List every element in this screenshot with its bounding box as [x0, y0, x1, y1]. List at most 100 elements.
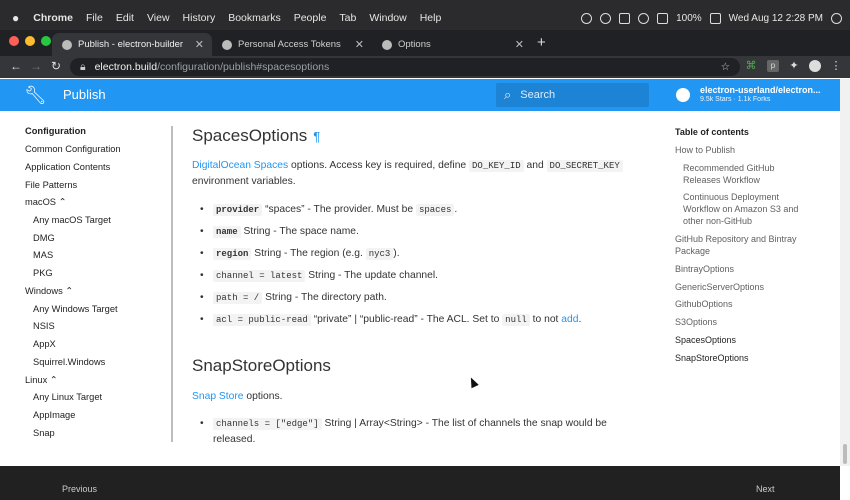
menu-people[interactable]: People: [294, 12, 327, 24]
tab-title: Personal Access Tokens: [238, 39, 341, 50]
battery-percent[interactable]: 100%: [676, 13, 702, 24]
search-input[interactable]: ⌕ Search: [496, 83, 649, 107]
previous-link[interactable]: Previous: [62, 484, 97, 494]
sidebar-item-mas[interactable]: MAS: [33, 250, 53, 260]
toc-item-how-to-publish[interactable]: How to Publish: [675, 144, 815, 156]
toc-item-github-repository-bintray[interactable]: GitHub Repository and Bintray Package: [675, 233, 815, 257]
sidebar-item-appimage[interactable]: AppImage: [33, 410, 75, 420]
intro-and: and: [523, 160, 547, 171]
wifi-icon[interactable]: [638, 12, 650, 24]
address-bar[interactable]: 🔒︎ electron.build /configuration/publish…: [70, 58, 740, 76]
toc-item-spaces-options[interactable]: SpacesOptions: [675, 334, 815, 346]
bookmark-star-icon[interactable]: ☆: [721, 61, 730, 73]
sidebar-item-application-contents[interactable]: Application Contents: [25, 162, 110, 172]
page-footer: Previous Next: [0, 466, 840, 500]
dropbox-icon[interactable]: [619, 12, 631, 24]
tab-personal-access-tokens[interactable]: Personal Access Tokens ✕: [212, 33, 372, 56]
toc-item-recommended-github-releases[interactable]: Recommended GitHub Releases Workflow: [683, 162, 808, 186]
menu-window[interactable]: Window: [369, 12, 406, 24]
volume-icon[interactable]: [657, 12, 669, 24]
sidebar-item-nsis[interactable]: NSIS: [33, 321, 55, 331]
digitalocean-spaces-link[interactable]: DigitalOcean Spaces: [192, 160, 288, 171]
new-tab-icon[interactable]: +: [537, 34, 546, 51]
bullet-tail: to not: [529, 314, 562, 325]
sidebar-item-macos[interactable]: macOS ⌃: [25, 197, 66, 208]
window-controls: [9, 36, 51, 46]
toc-item-bintray-options[interactable]: BintrayOptions: [675, 263, 815, 275]
toc-item-generic-server-options[interactable]: GenericServerOptions: [675, 281, 815, 293]
spaces-intro: DigitalOcean Spaces options. Access key …: [192, 158, 642, 190]
zoom-window-icon[interactable]: [41, 36, 51, 46]
scrollbar-thumb[interactable]: [843, 444, 847, 464]
profile-avatar-icon[interactable]: [809, 60, 821, 72]
snap-store-link[interactable]: Snap Store: [192, 391, 244, 402]
page-title: Publish: [63, 87, 106, 102]
menu-help[interactable]: Help: [420, 12, 442, 24]
menu-edit[interactable]: Edit: [116, 12, 134, 24]
close-window-icon[interactable]: [9, 36, 19, 46]
toc-item-github-options[interactable]: GithubOptions: [675, 298, 815, 310]
back-icon[interactable]: ←: [10, 59, 22, 73]
github-favicon-icon: [382, 39, 392, 50]
apple-icon[interactable]: ●: [12, 11, 19, 25]
code-nyc3: nyc3: [365, 248, 394, 260]
clock[interactable]: Wed Aug 12 2:28 PM: [729, 13, 823, 24]
sidebar-item-any-linux-target[interactable]: Any Linux Target: [33, 392, 102, 402]
puzzle-icon[interactable]: ✦: [788, 60, 800, 72]
repo-name: electron-userland/electron...: [700, 85, 821, 95]
sidebar-item-common-configuration[interactable]: Common Configuration: [25, 144, 121, 154]
sidebar-item-file-patterns[interactable]: File Patterns: [25, 180, 77, 190]
lock-icon[interactable]: 🔒︎: [80, 61, 86, 74]
bullet-text: String - The update channel.: [305, 270, 439, 281]
add-link[interactable]: add: [561, 314, 578, 325]
sidebar-item-configuration[interactable]: Configuration: [25, 126, 86, 136]
bullet-end: .: [578, 314, 582, 325]
menu-tab[interactable]: Tab: [339, 12, 356, 24]
battery-icon[interactable]: [709, 12, 721, 24]
menu-bookmarks[interactable]: Bookmarks: [228, 12, 281, 24]
info-icon[interactable]: [600, 12, 612, 24]
code-path: path = /: [213, 292, 263, 304]
page-scrollbar[interactable]: [840, 79, 850, 466]
close-tab-icon[interactable]: ✕: [195, 38, 204, 51]
search-placeholder: Search: [520, 89, 556, 101]
sidebar-item-pkg[interactable]: PKG: [33, 268, 53, 278]
sidebar-item-squirrel-windows[interactable]: Squirrel.Windows: [33, 357, 105, 367]
sidebar-item-appx[interactable]: AppX: [33, 339, 56, 349]
menu-view[interactable]: View: [147, 12, 170, 24]
extension-icon[interactable]: ⌘: [745, 60, 757, 72]
close-tab-icon[interactable]: ✕: [515, 38, 524, 51]
browser-toolbar: ← → ↻ 🔒︎ electron.build /configuration/p…: [0, 56, 850, 78]
menu-app[interactable]: Chrome: [33, 12, 73, 24]
minimize-window-icon[interactable]: [25, 36, 35, 46]
wrench-icon[interactable]: 🔧︎: [24, 85, 47, 106]
next-link[interactable]: Next: [756, 484, 775, 494]
heading-text: SpacesOptions: [192, 126, 308, 145]
sidebar-item-windows[interactable]: Windows ⌃: [25, 286, 73, 297]
more-menu-icon[interactable]: ⋮: [830, 60, 842, 72]
close-tab-icon[interactable]: ✕: [355, 38, 364, 51]
reload-icon[interactable]: ↻: [51, 59, 61, 73]
sidebar-item-dmg[interactable]: DMG: [33, 233, 55, 243]
sidebar-item-snap[interactable]: Snap: [33, 428, 55, 438]
sidebar-item-any-macos-target[interactable]: Any macOS Target: [33, 215, 111, 225]
sidebar-item-any-windows-target[interactable]: Any Windows Target: [33, 304, 118, 314]
anchor-link-icon[interactable]: ¶: [313, 129, 320, 144]
forward-icon[interactable]: →: [30, 59, 42, 73]
site-header: 🔧︎ Publish ⌕ Search electron-userland/el…: [0, 79, 840, 111]
tab-publish[interactable]: Publish - electron-builder ✕: [52, 33, 212, 56]
intro-tail: environment variables.: [192, 176, 296, 187]
toc-item-s3-options[interactable]: S3Options: [675, 316, 815, 328]
toc-item-continuous-deployment[interactable]: Continuous Deployment Workflow on Amazon…: [683, 191, 808, 227]
menu-history[interactable]: History: [183, 12, 216, 24]
sidebar-item-linux[interactable]: Linux ⌃: [25, 375, 58, 386]
toc-item-snapstore-options[interactable]: SnapStoreOptions: [675, 352, 815, 364]
menu-file[interactable]: File: [86, 12, 103, 24]
search-icon[interactable]: [581, 12, 593, 24]
snap-intro: Snap Store options.: [192, 389, 642, 405]
tab-title: Publish - electron-builder: [78, 39, 184, 50]
extension-p-icon[interactable]: p: [767, 60, 779, 72]
siri-icon[interactable]: [831, 12, 842, 24]
list-item-name: name String - The space name.: [200, 224, 633, 240]
tab-options[interactable]: Options ✕: [372, 33, 532, 56]
